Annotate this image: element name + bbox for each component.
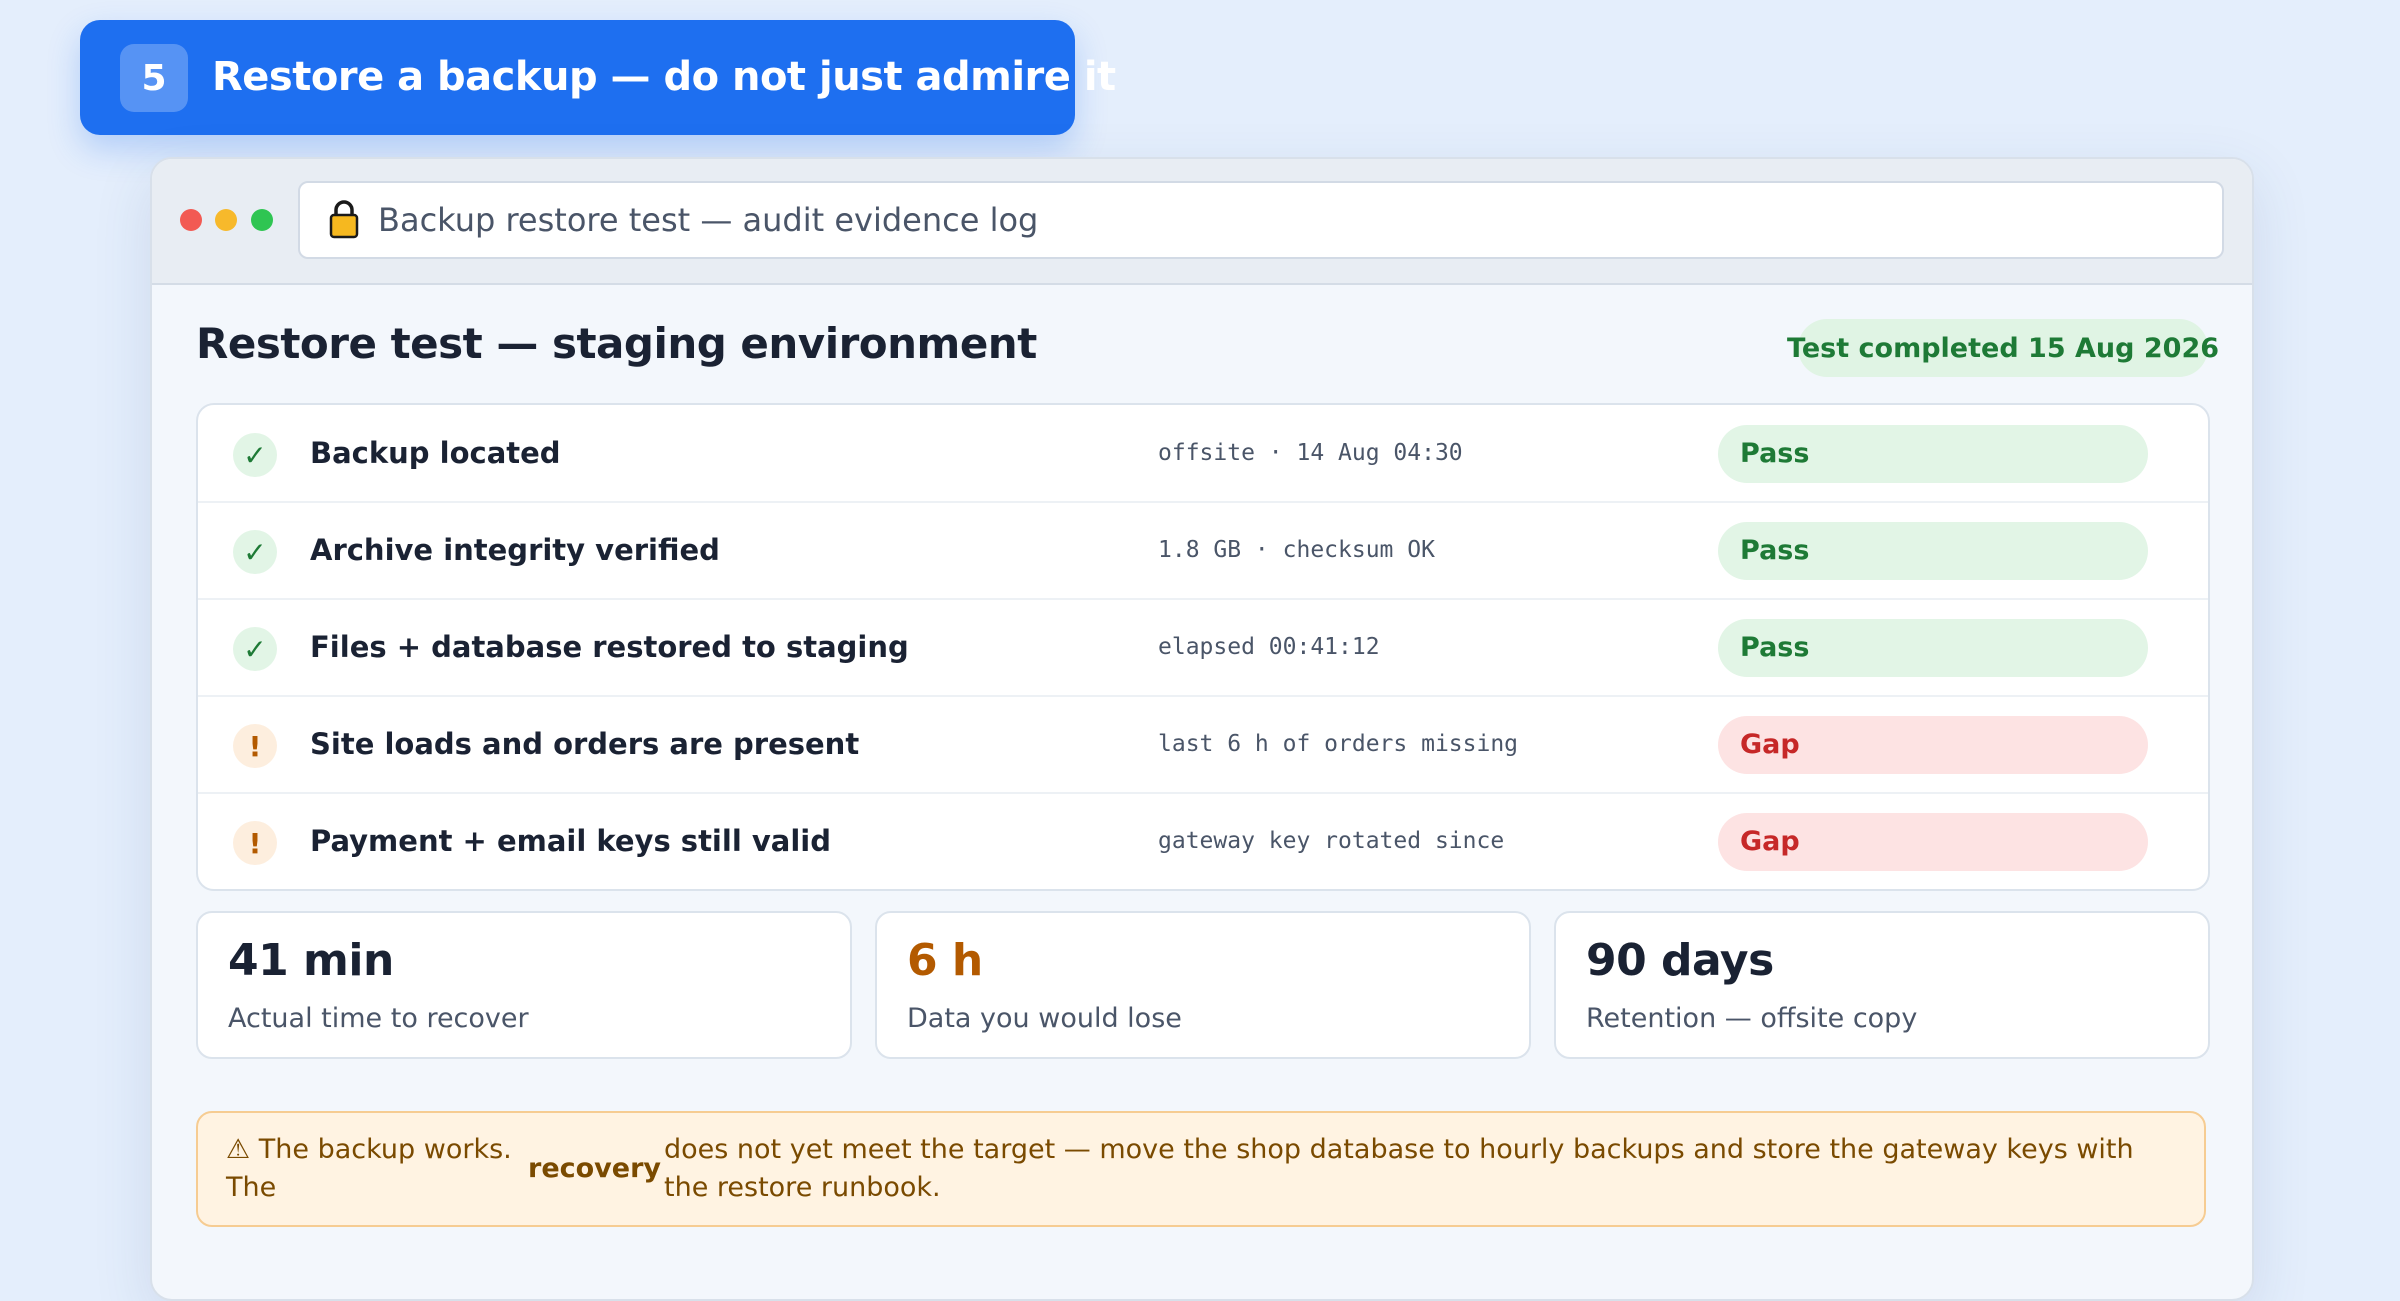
result-badge: Gap bbox=[1718, 813, 2148, 871]
check-label: Site loads and orders are present bbox=[310, 727, 860, 761]
result-badge: Pass bbox=[1718, 619, 2148, 677]
check-label: Backup located bbox=[310, 436, 561, 470]
warning-text-intro: ⚠ The backup works. The bbox=[226, 1134, 512, 1203]
browser-window: Backup restore test — audit evidence log… bbox=[150, 157, 2254, 1301]
check-row-files-restored: ✓ Files + database restored to staging e… bbox=[198, 599, 2208, 697]
warning-icon: ! bbox=[233, 724, 277, 768]
status-badge: Test completed 15 Aug 2026 bbox=[1787, 319, 2219, 377]
step-number-badge: 5 bbox=[120, 44, 188, 112]
check-detail: elapsed 00:41:12 bbox=[1158, 634, 1380, 660]
warning-text-body: does not yet meet the target — move the … bbox=[664, 1134, 2134, 1203]
lock-icon bbox=[329, 200, 359, 239]
result-badge: Gap bbox=[1718, 716, 2148, 774]
check-row-archive-integrity: ✓ Archive integrity verified 1.8 GB · ch… bbox=[198, 502, 2208, 600]
metric-card-retention: 90 days Retention — offsite copy bbox=[1554, 911, 2210, 1059]
maximize-window-dot[interactable] bbox=[251, 209, 273, 231]
warning-icon: ! bbox=[233, 821, 277, 865]
result-badge: Pass bbox=[1718, 522, 2148, 580]
metric-value: 6 h bbox=[907, 935, 983, 986]
check-detail: gateway key rotated since bbox=[1158, 828, 1505, 854]
check-detail: last 6 h of orders missing bbox=[1158, 731, 1519, 757]
close-window-dot[interactable] bbox=[180, 209, 202, 231]
address-bar[interactable]: Backup restore test — audit evidence log bbox=[298, 181, 2224, 259]
metric-card-recovery-time: 41 min Actual time to recover bbox=[196, 911, 852, 1059]
check-label: Archive integrity verified bbox=[310, 533, 720, 567]
minimize-window-dot[interactable] bbox=[215, 209, 237, 231]
restore-checklist: ✓ Backup located offsite · 14 Aug 04:30 … bbox=[196, 403, 2210, 891]
metric-label: Retention — offsite copy bbox=[1586, 1003, 1918, 1034]
step-banner: 5 Restore a backup — do not just admire … bbox=[80, 20, 1116, 135]
check-label: Payment + email keys still valid bbox=[310, 824, 831, 858]
warning-text-emphasis: recovery bbox=[528, 1153, 662, 1184]
metric-value: 90 days bbox=[1586, 935, 1774, 986]
check-label: Files + database restored to staging bbox=[310, 630, 909, 664]
result-badge: Pass bbox=[1718, 425, 2148, 483]
metric-card-data-loss: 6 h Data you would lose bbox=[875, 911, 1531, 1059]
check-icon: ✓ bbox=[233, 627, 277, 671]
check-icon: ✓ bbox=[233, 530, 277, 574]
warning-callout: ⚠ The backup works. The recovery does no… bbox=[196, 1111, 2206, 1227]
check-row-site-loads: ! Site loads and orders are present last… bbox=[198, 696, 2208, 794]
metric-label: Data you would lose bbox=[907, 1003, 1182, 1034]
step-title: Restore a backup — do not just admire it bbox=[212, 54, 1116, 100]
check-detail: offsite · 14 Aug 04:30 bbox=[1158, 440, 1463, 466]
page-title: Restore test — staging environment bbox=[196, 319, 1037, 368]
check-row-keys-valid: ! Payment + email keys still valid gatew… bbox=[198, 793, 2208, 889]
address-text: Backup restore test — audit evidence log bbox=[378, 201, 1039, 239]
check-icon: ✓ bbox=[233, 433, 277, 477]
metric-label: Actual time to recover bbox=[228, 1003, 529, 1034]
check-detail: 1.8 GB · checksum OK bbox=[1158, 537, 1435, 563]
window-chrome: Backup restore test — audit evidence log bbox=[152, 159, 2252, 285]
metric-value: 41 min bbox=[228, 935, 394, 986]
check-row-backup-located: ✓ Backup located offsite · 14 Aug 04:30 … bbox=[198, 405, 2208, 503]
